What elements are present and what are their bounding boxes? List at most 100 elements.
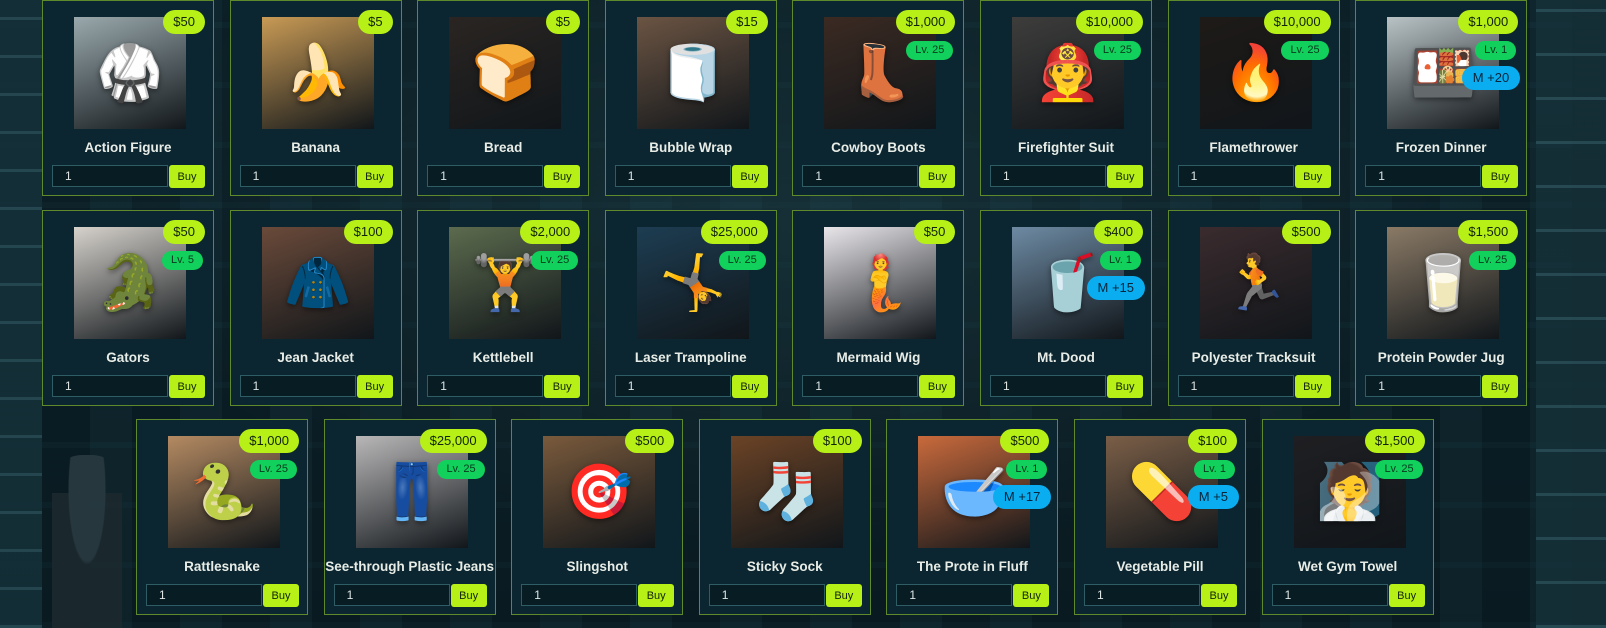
shop-item-card: 🧜 $50 Mermaid Wig Buy [792,210,965,406]
bread-icon: 🍞 [471,41,539,104]
level-badge: Lv. 1 [1006,460,1048,479]
price-badge: $10,000 [1263,10,1331,34]
item-name: See-through Plastic Jeans [325,559,494,574]
buy-button[interactable]: Buy [356,375,393,398]
price-badge: $100 [343,220,393,244]
price-badge: $100 [1188,429,1237,453]
item-name: Jean Jacket [277,350,354,365]
quantity-input[interactable] [1365,375,1482,397]
buy-button[interactable]: Buy [1107,165,1143,188]
item-name: Banana [291,140,340,155]
shop-item-card: 🍌 $5 Banana Buy [229,0,402,196]
laser-trampoline-icon: 🤸 [659,251,727,314]
shop-item-card: 🥤 $400Lv. 1M +15 Mt. Dood Buy [980,210,1152,406]
buy-button[interactable]: Buy [1294,165,1331,188]
quantity-input[interactable] [990,375,1106,397]
item-image: 🍞 [449,17,562,129]
shop-item-card: 🧑‍🚒 $10,000 Lv. 25 Firefighter Suit Buy [980,0,1152,196]
quantity-input[interactable] [239,375,356,397]
background-person-silhouette [52,455,122,628]
quantity-input[interactable] [614,375,731,397]
level-badge: Lv. 25 [1375,460,1423,479]
buy-button[interactable]: Buy [731,165,768,188]
quantity-input[interactable] [896,584,1013,606]
quantity-input[interactable] [521,584,638,606]
buy-button[interactable]: Buy [263,584,299,607]
action-figure-icon: 🥋 [96,41,164,104]
quantity-input[interactable] [802,375,919,397]
buy-button[interactable]: Buy [825,584,862,607]
shop-item-card: 🥣 $500Lv. 1M +17 The Prote in Fluff Buy [886,419,1059,615]
quantity-input[interactable] [1271,584,1388,606]
level-badge: Lv. 25 [1281,41,1329,60]
level-badge: Lv. 25 [437,460,485,479]
shop-item-card: 🍱 $1,000Lv. 1M +20 Frozen Dinner Buy [1355,0,1528,196]
shop-item-card: 👖 $25,000 Lv. 25 See-through Plastic Jean… [323,419,496,615]
buy-button[interactable]: Buy [544,165,581,188]
item-name: The Prote in Fluff [916,559,1028,574]
level-badge: Lv. 1 [1193,460,1235,479]
price-badge: $50 [913,220,956,244]
buy-button[interactable]: Buy [1201,584,1237,607]
price-badge: $5 [358,10,393,34]
buy-button[interactable]: Buy [1482,375,1519,398]
quantity-input[interactable] [990,165,1106,187]
price-badge: $1,500 [1364,429,1425,453]
buy-button[interactable]: Buy [1013,584,1050,607]
polyester-tracksuit-icon: 🏃 [1221,251,1290,314]
buy-button[interactable]: Buy [919,375,956,398]
buy-button[interactable]: Buy [1294,375,1331,398]
price-badge: $15 [726,10,768,34]
shop-item-card: 🧖 $1,500 Lv. 25 Wet Gym Towel Buy [1261,419,1434,615]
shop-item-card: 💊 $100 Lv. 1 M +5 Vegetable Pill Buy [1074,419,1246,615]
quantity-input[interactable] [1084,584,1200,606]
buy-button[interactable]: Buy [638,584,675,607]
quantity-input[interactable] [427,165,544,187]
price-badge: $50 [163,10,205,34]
quantity-input[interactable] [614,165,731,187]
quantity-input[interactable] [427,375,544,397]
price-badge: $25,000 [700,220,768,244]
buy-button[interactable]: Buy [919,165,956,188]
buy-button[interactable]: Buy [1482,165,1519,188]
slingshot-icon: 🎯 [565,460,633,523]
item-name: Firefighter Suit [1017,140,1114,155]
buy-button[interactable]: Buy [450,584,487,607]
item-image: 🥋 [74,17,186,129]
item-name: Flamethrower [1209,140,1298,155]
buy-button[interactable]: Buy [1388,584,1425,607]
price-badge: $1,500 [1458,220,1519,244]
price-badge: $500 [625,429,675,453]
buy-button[interactable]: Buy [169,165,205,188]
buy-button[interactable]: Buy [356,165,393,188]
quantity-input[interactable] [333,584,450,606]
quantity-input[interactable] [1177,165,1294,187]
jean-jacket-icon: 🧥 [283,251,352,314]
mermaid-wig-icon: 🧜 [846,251,915,314]
item-image: 🧜 [824,227,937,339]
quantity-input[interactable] [802,165,919,187]
quantity-input[interactable] [52,375,168,397]
buy-button[interactable]: Buy [1107,375,1143,398]
item-name: Mt. Dood [1037,350,1095,365]
banana-icon: 🍌 [283,41,352,104]
quantity-input[interactable] [52,165,168,187]
item-name: Bubble Wrap [649,140,733,155]
level-badge: Lv. 1 [1099,251,1141,270]
shop-item-card: 🥋 $50 Action Figure Buy [42,0,214,196]
buy-button[interactable]: Buy [544,375,581,398]
item-image: 🐊 [74,227,186,339]
price-badge: $5 [545,10,581,34]
quantity-input[interactable] [708,584,825,606]
quantity-input[interactable] [1365,165,1482,187]
quantity-input[interactable] [239,165,356,187]
protein-powder-jug-icon: 🥛 [1409,251,1477,314]
quantity-input[interactable] [146,584,262,606]
price-badge: $500 [1000,429,1050,453]
quantity-input[interactable] [1177,375,1294,397]
level-badge: Lv. 5 [161,251,203,270]
buy-button[interactable]: Buy [169,375,205,398]
item-name: Protein Powder Jug [1377,350,1505,365]
buy-button[interactable]: Buy [731,375,768,398]
item-name: Sticky Sock [746,559,823,574]
